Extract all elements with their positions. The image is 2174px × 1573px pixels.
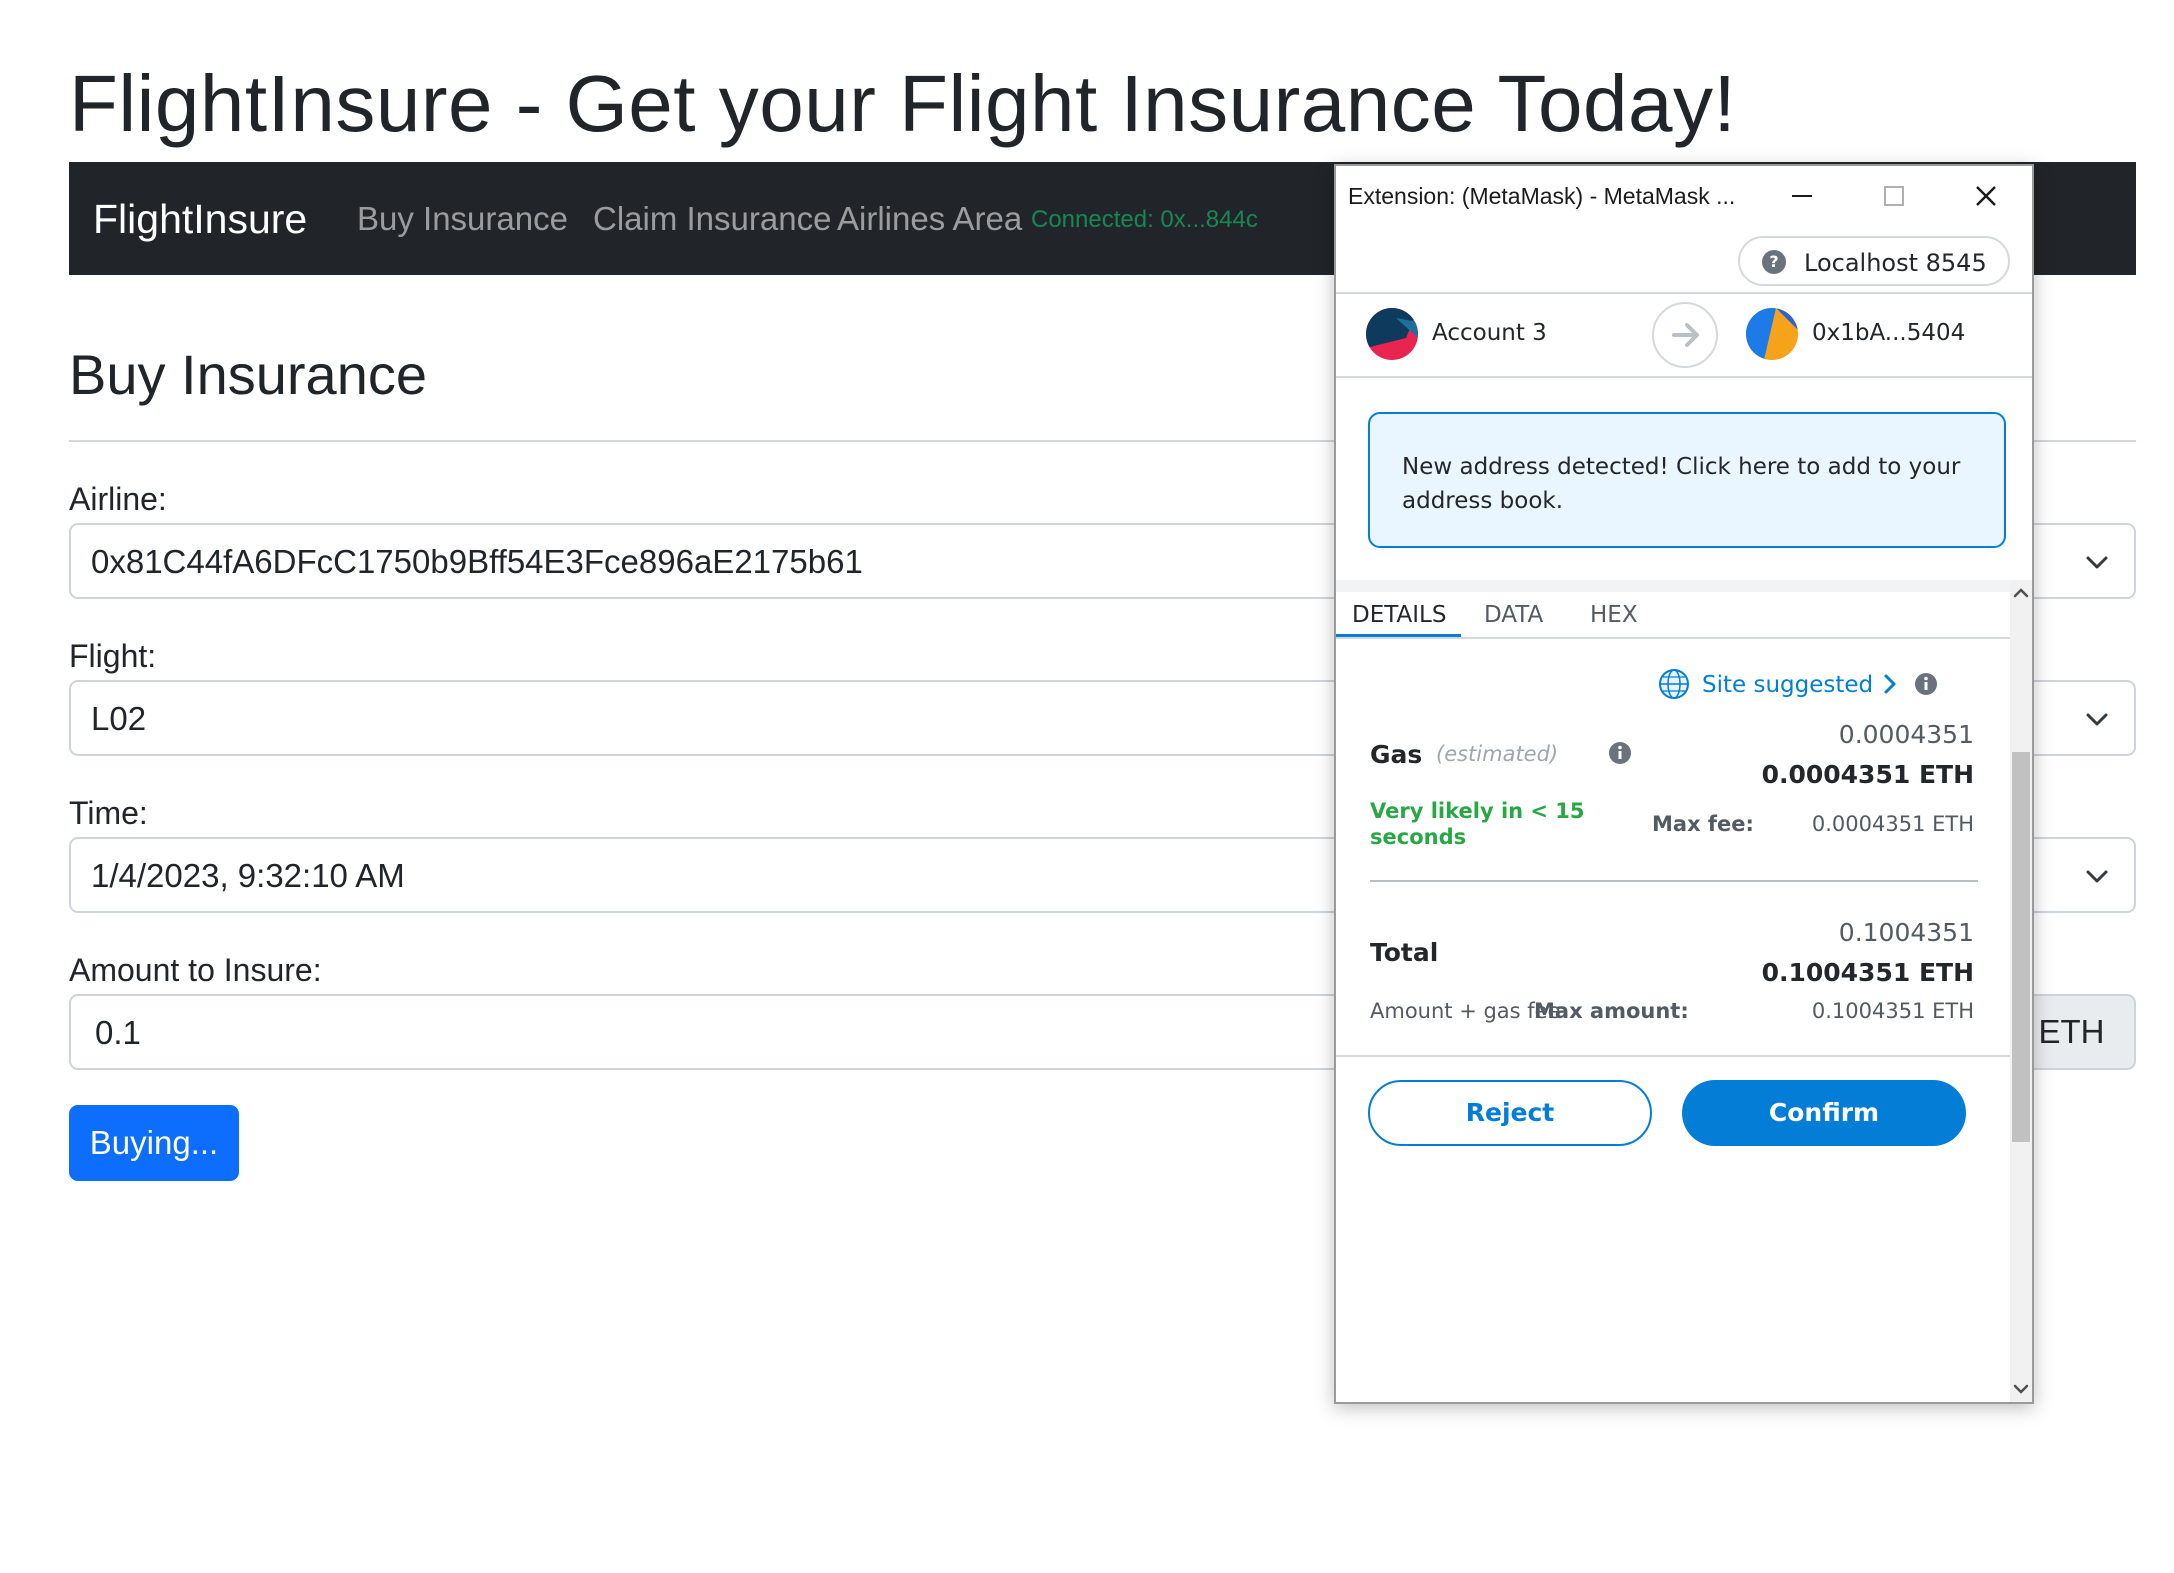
- to-account-avatar: [1746, 308, 1798, 360]
- footer-divider: [1336, 1055, 2010, 1057]
- chevron-down-icon: [2086, 556, 2108, 569]
- gas-speed-estimate: Very likely in < 15 seconds: [1370, 799, 1585, 849]
- network-selector[interactable]: ? Localhost 8545: [1738, 236, 2010, 286]
- from-account-name[interactable]: Account 3: [1432, 320, 1547, 346]
- maximize-icon[interactable]: [1876, 178, 1912, 214]
- nav-link-claim-insurance[interactable]: Claim Insurance: [593, 200, 831, 238]
- details-divider: [1370, 880, 1978, 882]
- scrollbar-thumb[interactable]: [2012, 752, 2030, 1142]
- amount-gas-fee-label: Amount + gas fee: [1370, 999, 1561, 1023]
- transfer-arrow: [1652, 302, 1718, 368]
- confirm-button[interactable]: Confirm: [1682, 1080, 1966, 1146]
- section-title: Buy Insurance: [69, 343, 427, 406]
- nav-link-buy-insurance[interactable]: Buy Insurance: [357, 200, 568, 238]
- gas-label: Gas: [1370, 740, 1423, 769]
- scroll-down-icon[interactable]: [2012, 1380, 2030, 1398]
- reject-button[interactable]: Reject: [1368, 1080, 1652, 1146]
- close-icon[interactable]: [1968, 178, 2004, 214]
- gas-value-eth: 0.0004351 ETH: [1761, 760, 1974, 789]
- nav-link-airlines-area[interactable]: Airlines Area: [837, 200, 1022, 238]
- time-select-value: 1/4/2023, 9:32:10 AM: [91, 857, 405, 894]
- section-gap: [1336, 580, 2032, 592]
- arrow-right-icon: [1672, 323, 1699, 347]
- window-title: Extension: (MetaMask) - MetaMask ...: [1348, 183, 1736, 209]
- info-icon[interactable]: [1914, 672, 1938, 696]
- to-account-address[interactable]: 0x1bA...5404: [1812, 320, 1965, 346]
- site-suggested-link[interactable]: Site suggested: [1702, 672, 1873, 698]
- window-titlebar: Extension: (MetaMask) - MetaMask ...: [1336, 166, 2032, 226]
- network-label: Localhost 8545: [1804, 249, 1987, 277]
- max-amount-label: Max amount:: [1534, 999, 1689, 1023]
- new-address-notice[interactable]: New address detected! Click here to add …: [1368, 412, 2006, 548]
- new-address-notice-text: New address detected! Click here to add …: [1402, 454, 1961, 514]
- gas-estimated-label: (estimated): [1436, 742, 1559, 766]
- total-value: 0.1004351: [1838, 918, 1974, 947]
- tab-data[interactable]: DATA: [1484, 602, 1543, 628]
- amount-input-value: 0.1: [95, 1014, 141, 1051]
- max-fee-value: 0.0004351 ETH: [1811, 812, 1974, 836]
- airline-label: Airline:: [69, 481, 167, 517]
- airline-select-value: 0x81C44fA6DFcC1750b9Bff54E3Fce896aE2175b…: [91, 543, 863, 580]
- connection-status: Connected: 0x...844c: [1031, 206, 1258, 233]
- chevron-down-icon: [2086, 870, 2108, 883]
- total-value-eth: 0.1004351 ETH: [1761, 958, 1974, 987]
- info-icon[interactable]: [1608, 741, 1632, 765]
- chevron-down-icon: [2086, 713, 2108, 726]
- total-label: Total: [1370, 938, 1439, 967]
- globe-icon: [1659, 669, 1689, 699]
- minimize-icon[interactable]: [1784, 178, 1820, 214]
- from-account-avatar: [1366, 308, 1418, 360]
- question-icon: ?: [1762, 250, 1786, 274]
- buy-button[interactable]: Buying...: [69, 1105, 239, 1181]
- amount-label: Amount to Insure:: [69, 952, 322, 988]
- flight-label: Flight:: [69, 638, 157, 674]
- navbar-brand[interactable]: FlightInsure: [93, 196, 307, 243]
- flight-select-value: L02: [91, 700, 147, 737]
- scroll-up-icon[interactable]: [2012, 584, 2030, 602]
- metamask-window: Extension: (MetaMask) - MetaMask ... ? L…: [1334, 164, 2034, 1404]
- tab-details[interactable]: DETAILS: [1352, 602, 1446, 628]
- tabs-divider: [1336, 637, 2010, 639]
- gas-value: 0.0004351: [1838, 720, 1974, 749]
- page-title: FlightInsure - Get your Flight Insurance…: [69, 59, 1737, 148]
- max-fee-label: Max fee:: [1652, 812, 1754, 836]
- header-divider: [1336, 292, 2032, 294]
- time-label: Time:: [69, 795, 148, 831]
- tab-hex[interactable]: HEX: [1590, 602, 1638, 628]
- chevron-right-icon[interactable]: [1880, 672, 1900, 696]
- accounts-divider: [1336, 376, 2032, 378]
- max-amount-value: 0.1004351 ETH: [1811, 999, 1974, 1023]
